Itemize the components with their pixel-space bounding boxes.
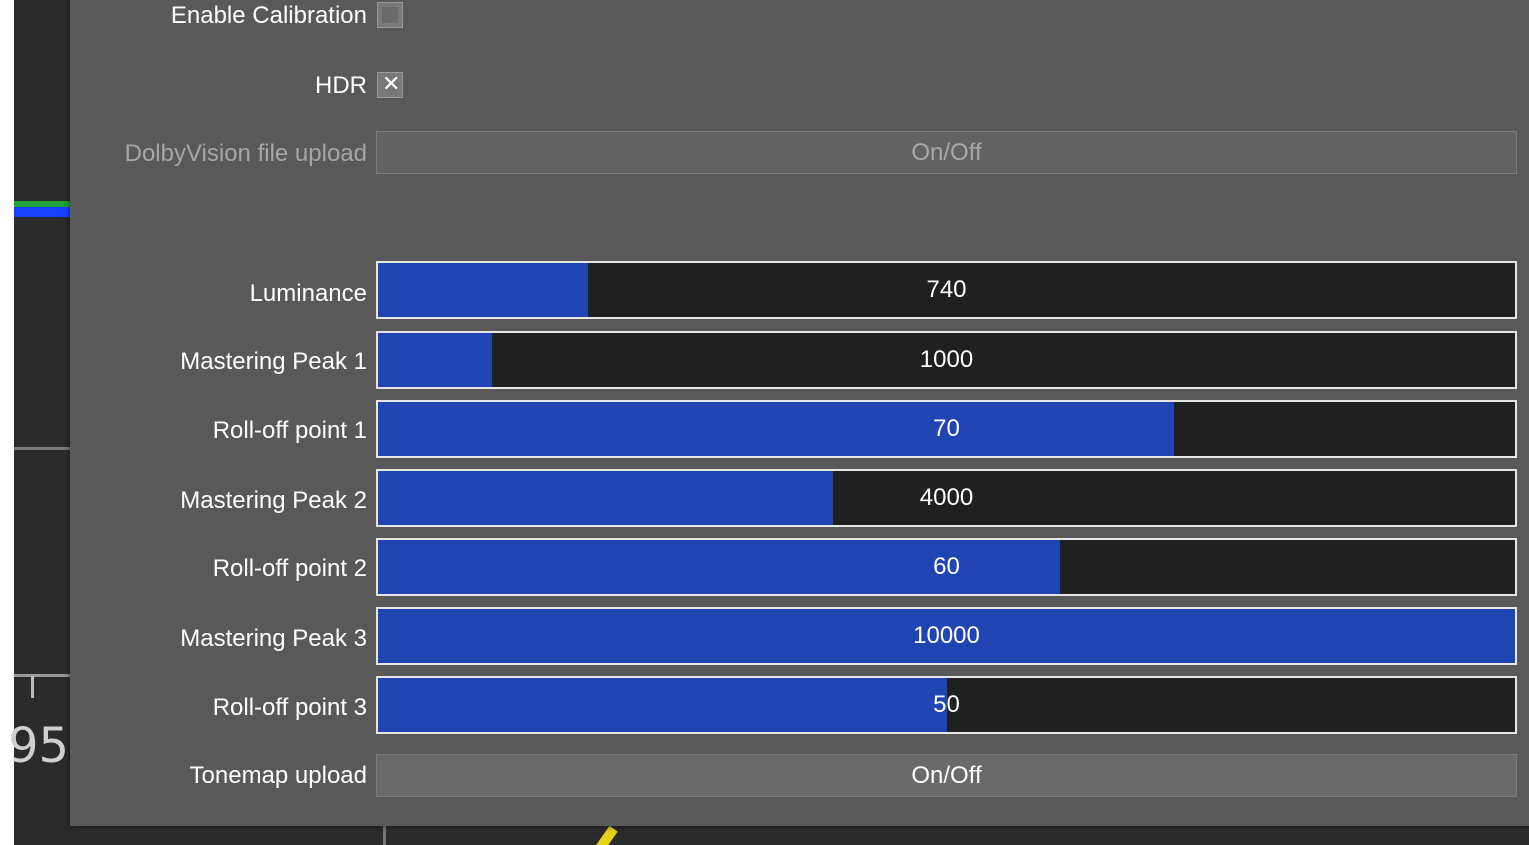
slider-value: 70: [933, 415, 960, 442]
mastering-peak-1-slider[interactable]: 1000: [376, 331, 1517, 389]
background-axis-tick: [31, 676, 34, 698]
hdr-settings-panel: Enable Calibration HDR ✕ DolbyVision fil…: [70, 0, 1529, 826]
slider-value: 4000: [919, 484, 974, 511]
background-axis-line: [14, 674, 74, 677]
enable-calibration-checkbox[interactable]: [377, 2, 403, 28]
checkbox-box: [382, 7, 398, 23]
background-blue-line: [14, 207, 74, 217]
roll-off-point-3-label: Roll-off point 3: [212, 694, 367, 721]
mastering-peak-1-label: Mastering Peak 1: [180, 348, 367, 375]
roll-off-point-1-label: Roll-off point 1: [212, 417, 367, 444]
roll-off-point-1-slider[interactable]: 70: [376, 400, 1517, 458]
slider-value: 10000: [913, 622, 980, 649]
dolbyvision-upload-label: DolbyVision file upload: [124, 140, 367, 167]
luminance-slider[interactable]: 740: [376, 261, 1517, 319]
mastering-peak-2-slider[interactable]: 4000: [376, 469, 1517, 527]
enable-calibration-label: Enable Calibration: [170, 2, 367, 29]
hdr-label: HDR: [315, 72, 367, 99]
mastering-peak-3-label: Mastering Peak 3: [180, 625, 367, 652]
slider-value: 740: [926, 276, 967, 303]
tonemap-upload-label: Tonemap upload: [189, 762, 367, 789]
screen: 95 Enable Calibration HDR ✕ DolbyVision …: [0, 0, 1529, 845]
background-vertical-line: [383, 826, 386, 845]
checkmark-x-icon: ✕: [382, 72, 401, 97]
slider-value: 50: [933, 691, 960, 718]
background-scale-number: 95: [8, 718, 70, 774]
tonemap-onoff-button[interactable]: On/Off: [376, 754, 1517, 797]
mastering-peak-3-slider[interactable]: 10000: [376, 607, 1517, 665]
roll-off-point-3-slider[interactable]: 50: [376, 676, 1517, 734]
mastering-peak-2-label: Mastering Peak 2: [180, 487, 367, 514]
slider-value: 1000: [919, 346, 974, 373]
slider-value: 60: [933, 553, 960, 580]
luminance-label: Luminance: [249, 280, 367, 307]
roll-off-point-2-label: Roll-off point 2: [212, 555, 367, 582]
roll-off-point-2-slider[interactable]: 60: [376, 538, 1517, 596]
hdr-checkbox[interactable]: ✕: [377, 72, 403, 98]
dolbyvision-onoff-button[interactable]: On/Off: [376, 131, 1517, 174]
background-gray-line: [14, 447, 74, 450]
